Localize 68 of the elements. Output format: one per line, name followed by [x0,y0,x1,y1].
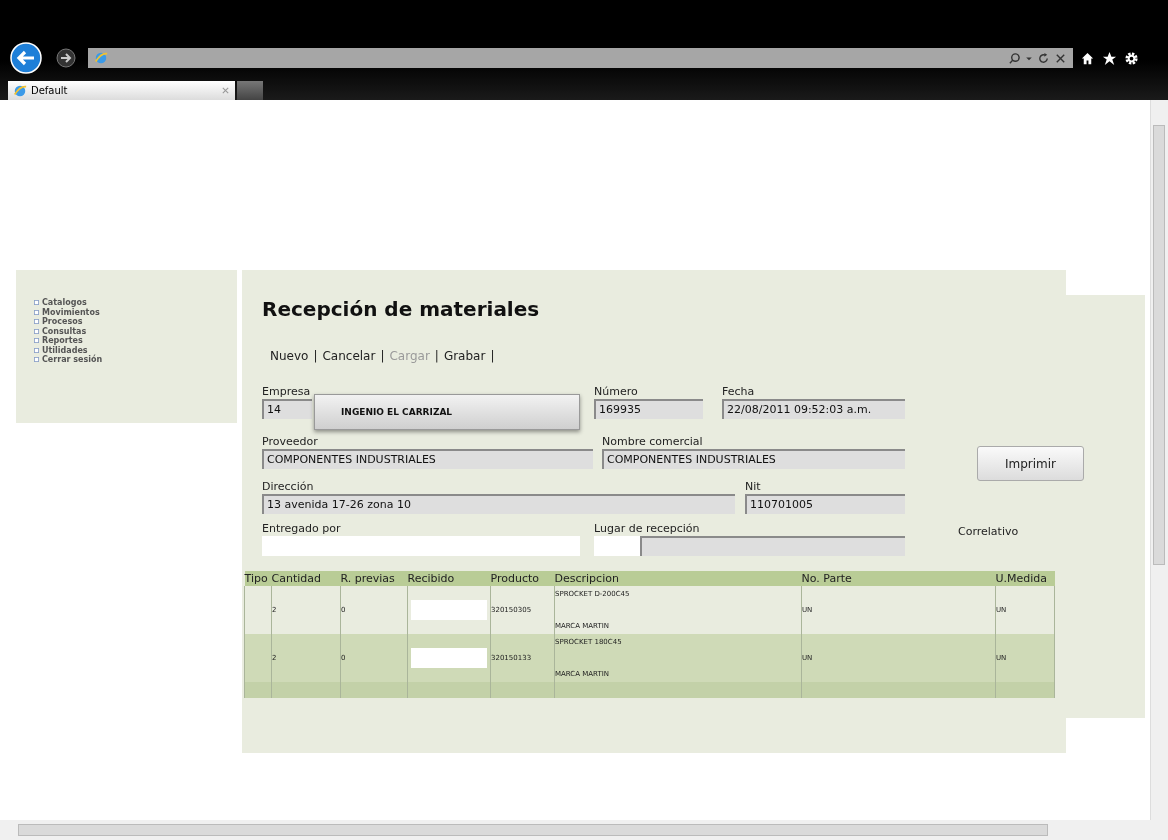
column-header: Cantidad [271,571,341,586]
new-tab-button[interactable] [237,81,263,100]
search-icon[interactable] [1008,51,1021,65]
text-field[interactable]: COMPONENTES INDUSTRIALES [602,449,905,469]
text-field[interactable] [262,536,580,556]
close-icon[interactable] [221,86,230,95]
bullet-icon [34,338,39,344]
text-field[interactable]: 13 avenida 17-26 zona 10 [262,494,735,514]
column-header: Tipo [244,571,272,586]
horizontal-scrollbar[interactable] [0,820,1168,840]
action-link[interactable]: Nuevo [270,349,309,363]
text-field[interactable]: 169935 [594,399,703,419]
bullet-icon [34,347,39,353]
column-header: Recibido [407,571,491,586]
separator: | [434,349,439,363]
home-icon[interactable] [1080,50,1095,66]
text-field[interactable]: 110701005 [745,494,905,514]
star-icon[interactable] [1102,50,1117,66]
column-header: No. Parte [801,571,996,586]
dropdown-popup[interactable]: INGENIO EL CARRIZAL [314,394,580,430]
sidebar-link[interactable]: Cerrar sesión [42,355,103,365]
text-field[interactable]: COMPONENTES INDUSTRIALES [262,449,593,469]
field-label: Nombre comercial [602,434,704,449]
bullet-icon [34,300,39,306]
sidebar-link[interactable]: Utilidades [42,345,88,355]
sidebar-link[interactable]: Reportes [42,336,83,346]
field-label: Número [594,384,639,399]
sidebar-link[interactable]: Consultas [42,326,87,336]
text-field[interactable]: 22/08/2011 09:52:03 a.m. [722,399,905,419]
field-label: Empresa [262,384,312,399]
page-title: Recepción de materiales [262,296,541,323]
browser-logo-icon [94,51,108,65]
field-label: Dirección [262,479,315,494]
sidebar-link[interactable]: Catalogos [42,298,87,308]
refresh-icon[interactable] [1037,51,1050,65]
field-label: Correlativo [958,525,1019,538]
separator: | [313,349,318,363]
print-button[interactable]: Imprimir [977,446,1084,481]
input-field[interactable] [411,600,487,620]
vertical-scrollbar[interactable] [1150,100,1168,820]
forward-button[interactable] [56,48,76,68]
settings-icon[interactable] [1124,50,1139,66]
browser-tab[interactable]: Default [8,81,235,100]
field-label: Fecha [722,384,756,399]
text-field[interactable] [640,536,905,556]
column-header: Descripcion [554,571,802,586]
bullet-icon [34,319,39,325]
field-label: Proveedor [262,434,319,449]
column-header: U.Medida [995,571,1055,586]
column-header: Producto [490,571,555,586]
action-link[interactable]: Grabar [443,349,486,363]
action-link[interactable]: Cancelar [322,349,376,363]
field-label: Lugar de recepción [594,521,701,536]
sidebar-link[interactable]: Movimientos [42,307,100,317]
input-field[interactable] [411,648,487,668]
column-header: R. previas [340,571,408,586]
separator: | [490,349,495,363]
back-button[interactable] [10,42,42,74]
bullet-icon [34,328,39,334]
bullet-icon [34,357,39,363]
field-label: Entregado por [262,521,342,536]
browser-logo-icon [13,83,27,98]
field-label: Nit [745,479,762,494]
code-field[interactable] [594,536,640,556]
sidebar-link[interactable]: Procesos [42,317,83,327]
bullet-icon [34,309,39,315]
text-field[interactable]: 14 [262,399,312,419]
separator: | [380,349,385,363]
